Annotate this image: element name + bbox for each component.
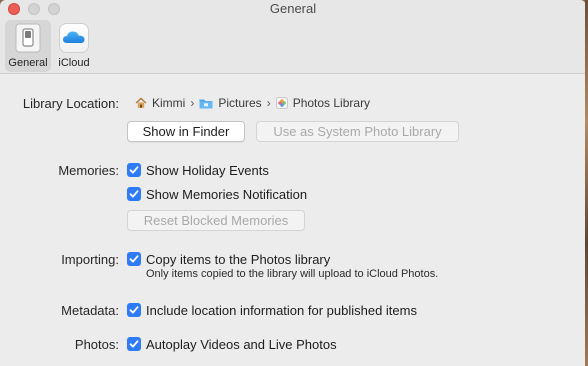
preferences-window: General General iCloud Library Location:… [0, 0, 586, 366]
path-photos-library-label: Photos Library [292, 96, 371, 110]
library-location-label: Library Location: [22, 96, 119, 111]
show-memories-notification-label: Show Memories Notification [146, 186, 308, 202]
path-separator-icon: › [266, 96, 271, 110]
path-pictures: Pictures [199, 96, 262, 110]
title-bar: General General iCloud [0, 0, 586, 74]
autoplay-row[interactable]: Autoplay Videos and Live Photos [127, 336, 337, 352]
show-holiday-events-label: Show Holiday Events [146, 162, 269, 178]
copy-items-label: Copy items to the Photos library [146, 251, 331, 267]
tab-general[interactable]: General [5, 20, 51, 72]
checkmark-icon [129, 306, 139, 314]
show-holiday-events-row[interactable]: Show Holiday Events [127, 162, 269, 178]
memories-label: Memories: [58, 163, 119, 178]
reset-blocked-memories-button[interactable]: Reset Blocked Memories [127, 210, 305, 231]
path-pictures-label: Pictures [218, 96, 262, 110]
general-switch-icon [15, 23, 41, 53]
include-location-row[interactable]: Include location information for publish… [127, 302, 417, 318]
path-home: Kimmi [135, 96, 185, 110]
icloud-icon [59, 23, 89, 53]
photos-label: Photos: [74, 337, 119, 352]
autoplay-checkbox[interactable] [127, 337, 141, 351]
show-holiday-events-checkbox[interactable] [127, 163, 141, 177]
checkmark-icon [129, 255, 139, 263]
checkmark-icon [129, 166, 139, 174]
path-photos-library: Photos Library [275, 96, 371, 110]
path-home-label: Kimmi [152, 96, 186, 110]
folder-icon [199, 99, 213, 108]
photos-library-icon [275, 97, 288, 109]
metadata-label: Metadata: [61, 303, 119, 318]
importing-note: Only items copied to the library will up… [146, 268, 439, 280]
copy-items-checkbox[interactable] [127, 252, 141, 266]
copy-items-row[interactable]: Copy items to the Photos library [127, 251, 330, 267]
autoplay-label: Autoplay Videos and Live Photos [146, 336, 337, 352]
show-memories-notification-row[interactable]: Show Memories Notification [127, 186, 307, 202]
home-icon [135, 97, 147, 108]
checkmark-icon [129, 340, 139, 348]
include-location-label: Include location information for publish… [146, 302, 417, 318]
tab-general-label: General [8, 57, 48, 69]
window-title: General [269, 1, 317, 16]
path-separator-icon: › [190, 96, 195, 110]
tab-icloud-label: iCloud [58, 57, 90, 69]
use-as-system-library-button[interactable]: Use as System Photo Library [256, 121, 459, 142]
include-location-checkbox[interactable] [127, 303, 141, 317]
checkmark-icon [129, 190, 139, 198]
library-path: Kimmi › Pictures › Photos Library [135, 95, 370, 111]
tab-icloud[interactable]: iCloud [54, 20, 94, 72]
show-memories-notification-checkbox[interactable] [127, 187, 141, 201]
importing-label: Importing: [61, 252, 119, 267]
show-in-finder-button[interactable]: Show in Finder [127, 121, 245, 142]
